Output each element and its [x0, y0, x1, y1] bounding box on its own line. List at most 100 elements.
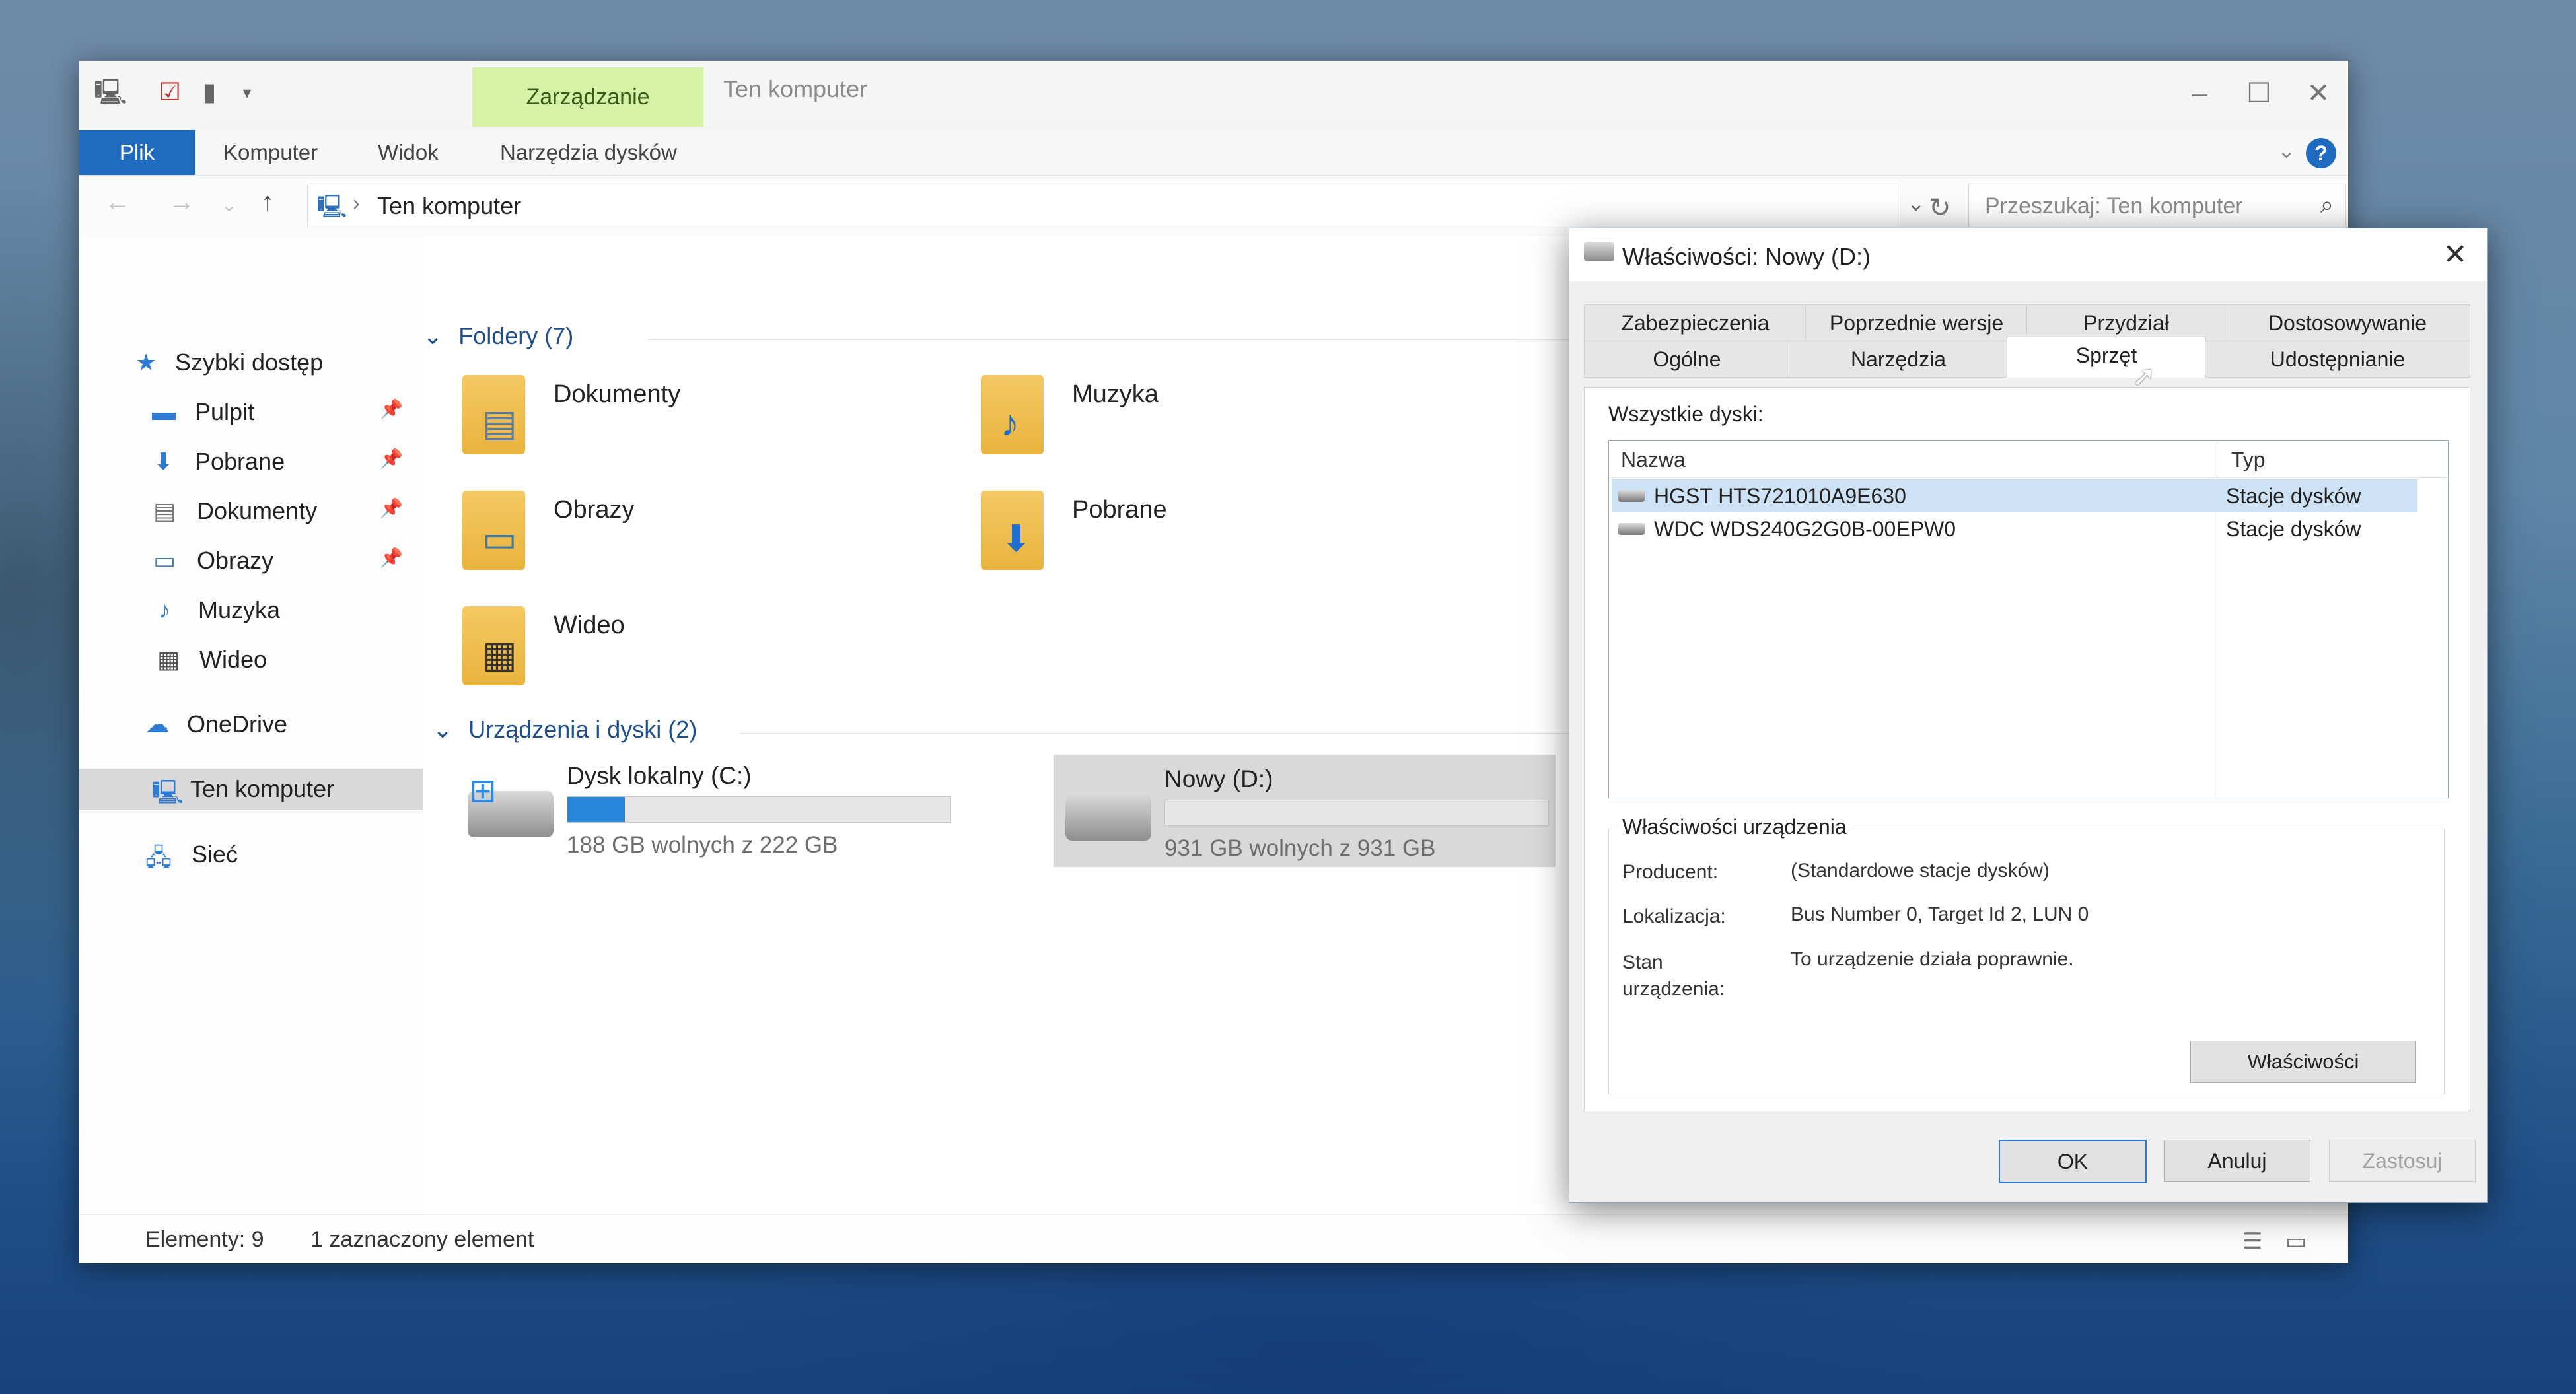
- pin-icon[interactable]: 📌: [380, 448, 403, 470]
- drive-free-space: 188 GB wolnych z 222 GB: [567, 832, 838, 858]
- navigation-pane: ★ Szybki dostęp ▬ Pulpit 📌 ⬇ Pobrane 📌 ▤…: [79, 236, 423, 1214]
- tab-tools[interactable]: Narzędzia: [1789, 341, 2008, 378]
- search-placeholder: Przeszukaj: Ten komputer: [1985, 193, 2243, 219]
- tab-sharing[interactable]: Udostępnianie: [2205, 341, 2470, 378]
- sidebar-item-music[interactable]: ♪ Muzyka: [79, 590, 423, 631]
- star-icon: ★: [135, 349, 157, 376]
- ok-button[interactable]: OK: [1999, 1140, 2147, 1183]
- mouse-cursor-icon: ➚: [2132, 361, 2156, 392]
- quick-access-dropdown-icon[interactable]: ▾: [233, 78, 262, 107]
- properties-icon[interactable]: ☑: [155, 78, 184, 107]
- video-icon: ▦: [157, 646, 180, 673]
- folder-name: Wideo: [554, 611, 625, 639]
- tab-previous-versions[interactable]: Poprzednie wersje: [1805, 304, 2028, 341]
- up-arrow-icon[interactable]: ↑: [261, 188, 274, 217]
- downloads-folder-icon: ⬇: [981, 491, 1044, 570]
- group-title: Foldery (7): [458, 322, 574, 349]
- pictures-folder-icon: ▭: [462, 491, 525, 570]
- music-folder-icon: ♪: [981, 375, 1044, 454]
- close-button[interactable]: ✕: [2289, 70, 2348, 116]
- tab-quota[interactable]: Przydział: [2026, 304, 2226, 341]
- apply-button[interactable]: Zastosuj: [2329, 1140, 2476, 1182]
- folder-name: Obrazy: [554, 496, 635, 524]
- folder-downloads[interactable]: ⬇ Pobrane: [981, 491, 1443, 590]
- details-view-icon[interactable]: ☰: [2242, 1228, 2262, 1255]
- context-tab-manage[interactable]: Zarządzanie: [472, 67, 703, 127]
- chevron-down-icon[interactable]: ⌄: [1907, 191, 1925, 216]
- minimize-button[interactable]: –: [2170, 70, 2229, 116]
- drive-d[interactable]: Nowy (D:) 931 GB wolnych z 931 GB: [1054, 755, 1556, 867]
- sidebar-item-label: Pulpit: [195, 398, 255, 425]
- sidebar-item-videos[interactable]: ▦ Wideo: [79, 639, 423, 680]
- music-icon: ♪: [159, 596, 170, 623]
- cancel-button[interactable]: Anuluj: [2164, 1140, 2310, 1182]
- tab-file[interactable]: Plik: [79, 130, 195, 175]
- sidebar-item-pictures[interactable]: ▭ Obrazy 📌: [79, 540, 423, 581]
- tab-hardware[interactable]: Sprzęt: [2007, 337, 2206, 378]
- folder-documents[interactable]: ▤ Dokumenty: [462, 375, 925, 474]
- tab-view[interactable]: Widok: [378, 130, 439, 175]
- search-input[interactable]: Przeszukaj: Ten komputer ⌕: [1968, 184, 2346, 227]
- forward-arrow-icon[interactable]: →: [168, 188, 195, 217]
- maximize-button[interactable]: ☐: [2229, 70, 2289, 116]
- chevron-down-icon[interactable]: ⌄: [2277, 138, 2295, 163]
- sidebar-item-downloads[interactable]: ⬇ Pobrane 📌: [79, 441, 423, 482]
- folders-group-header[interactable]: ⌄ Foldery (7): [423, 322, 573, 350]
- tab-customize[interactable]: Dostosowywanie: [2225, 304, 2470, 341]
- desktop-icon: ▬: [152, 398, 176, 425]
- device-properties-button[interactable]: Właściwości: [2190, 1041, 2416, 1083]
- network-icon: 🖧: [145, 844, 172, 871]
- disk-row[interactable]: HGST HTS721010A9E630 Stacje dysków: [1612, 479, 2417, 512]
- pin-icon[interactable]: 📌: [380, 398, 403, 420]
- drive-icon: [1584, 242, 1614, 261]
- tab-disk-tools[interactable]: Narzędzia dysków: [500, 130, 677, 175]
- location-value: Bus Number 0, Target Id 2, LUN 0: [1791, 903, 2089, 925]
- properties-dialog: Właściwości: Nowy (D:) ✕ Zabezpieczenia …: [1569, 228, 2488, 1203]
- sidebar-item-this-pc[interactable]: 🖳 Ten komputer: [79, 769, 423, 810]
- breadcrumb[interactable]: Ten komputer: [377, 192, 521, 220]
- folder-pictures[interactable]: ▭ Obrazy: [462, 491, 925, 590]
- help-icon[interactable]: ?: [2306, 138, 2336, 168]
- sidebar-item-label: OneDrive: [187, 711, 288, 738]
- disk-list[interactable]: Nazwa Typ HGST HTS721010A9E630 Stacje dy…: [1608, 440, 2449, 798]
- sidebar-item-onedrive[interactable]: ☁ OneDrive: [79, 704, 423, 745]
- address-bar[interactable]: 🖳 › Ten komputer ⌄: [307, 184, 1925, 227]
- chevron-down-icon: ⌄: [433, 716, 453, 743]
- back-arrow-icon[interactable]: ←: [104, 188, 131, 217]
- folder-music[interactable]: ♪ Muzyka: [981, 375, 1443, 474]
- tab-computer[interactable]: Komputer: [223, 130, 318, 175]
- hard-drive-icon: [1618, 490, 1645, 502]
- new-folder-icon[interactable]: ▮: [195, 78, 224, 107]
- all-disks-label: Wszystkie dyski:: [1608, 402, 1764, 426]
- column-header-name[interactable]: Nazwa: [1609, 441, 2217, 478]
- drive-c[interactable]: ⊞ Dysk lokalny (C:) 188 GB wolnych z 222…: [456, 751, 958, 864]
- pin-icon[interactable]: 📌: [380, 497, 403, 519]
- hard-drive-icon: [1618, 523, 1645, 535]
- tab-general[interactable]: Ogólne: [1584, 341, 1790, 378]
- tiles-view-icon[interactable]: ▭: [2285, 1228, 2307, 1255]
- sidebar-item-desktop[interactable]: ▬ Pulpit 📌: [79, 392, 423, 433]
- close-icon[interactable]: ✕: [2432, 234, 2478, 276]
- title-bar: 🖳 ☑ ▮ ▾ Zarządzanie Ten komputer – ☐ ✕: [79, 61, 2348, 130]
- selection-count: 1 zaznaczony element: [310, 1227, 534, 1252]
- sidebar-item-documents[interactable]: ▤ Dokumenty 📌: [79, 491, 423, 532]
- column-header-type[interactable]: Typ: [2217, 441, 2448, 478]
- drive-usage-bar: [1164, 800, 1549, 826]
- sidebar-item-label: Ten komputer: [190, 775, 335, 802]
- computer-icon: 🖳: [152, 779, 184, 806]
- drive-name: Nowy (D:): [1164, 765, 1273, 792]
- documents-folder-icon: ▤: [462, 375, 525, 454]
- item-count: Elementy: 9: [145, 1227, 264, 1252]
- devices-group-header[interactable]: ⌄ Urządzenia i dyski (2): [433, 716, 697, 744]
- disk-row[interactable]: WDC WDS240G2G0B-00EPW0 Stacje dysków: [1612, 512, 2417, 545]
- search-icon[interactable]: ⌕: [2320, 191, 2334, 219]
- folder-videos[interactable]: ▦ Wideo: [462, 606, 925, 705]
- sidebar-item-label: Pobrane: [195, 448, 285, 475]
- tab-security[interactable]: Zabezpieczenia: [1584, 304, 1807, 341]
- sidebar-item-network[interactable]: 🖧 Sieć: [79, 834, 423, 875]
- sidebar-item-quick-access[interactable]: ★ Szybki dostęp: [79, 342, 423, 383]
- recent-dropdown-icon[interactable]: ⌄: [221, 194, 236, 216]
- pin-icon[interactable]: 📌: [380, 547, 403, 569]
- refresh-icon[interactable]: ↻: [1929, 193, 1951, 223]
- sidebar-item-label: Obrazy: [197, 547, 274, 574]
